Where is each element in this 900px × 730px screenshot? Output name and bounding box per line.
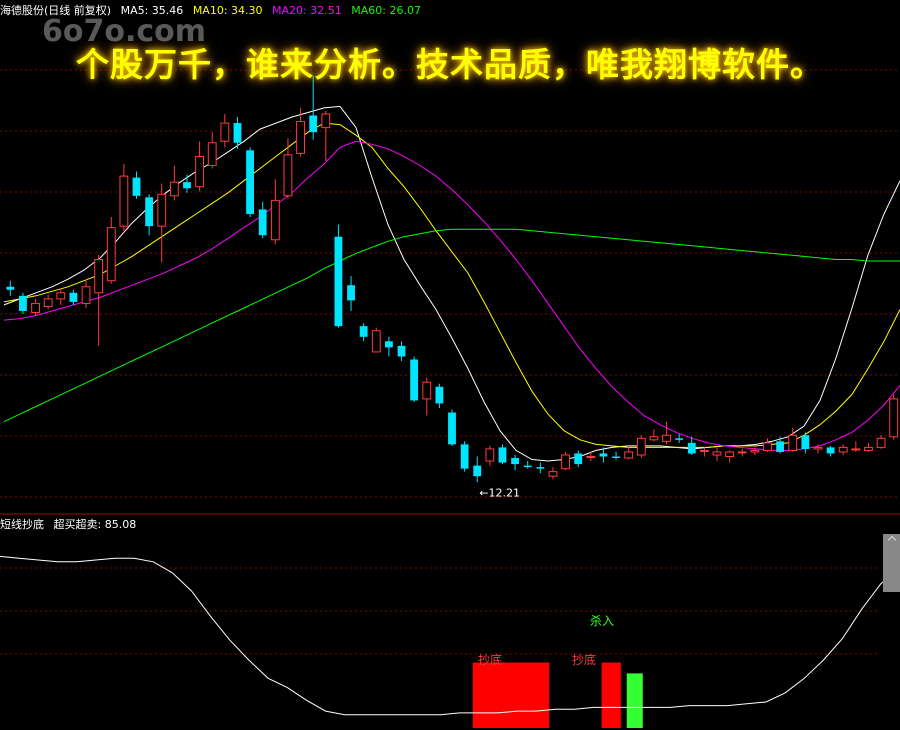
candle-body (410, 359, 419, 401)
candle-body (31, 302, 40, 314)
candle-body (876, 437, 886, 448)
candle-body (801, 435, 810, 449)
candle-body (183, 182, 191, 189)
candle-body (523, 465, 532, 468)
candle-body (283, 154, 293, 197)
candle-body (347, 285, 355, 301)
candle-body (43, 298, 53, 307)
kline-chart: ←12.21 抄底 抄底 杀入 (0, 69, 900, 728)
ma60-label: MA60: 26.07 (351, 4, 421, 17)
signal-label: 抄底 (478, 652, 502, 667)
ma10-label: MA10: 34.30 (192, 4, 263, 17)
ma5-line (3, 105, 900, 462)
candle-body (384, 341, 393, 348)
candle-body (737, 451, 747, 454)
candle-body (19, 295, 27, 311)
candle-body (69, 292, 78, 302)
indicator-header: 短线抄底 超买超卖: 85.08 (0, 516, 136, 532)
candle-body (371, 330, 381, 353)
candle-body (56, 292, 66, 300)
candle-body (548, 471, 558, 477)
candle-body (624, 451, 634, 459)
candle-body (132, 177, 141, 196)
candle-body (207, 142, 217, 166)
candle-body (687, 442, 696, 454)
candle-body (233, 123, 242, 143)
candle-body (485, 448, 495, 462)
signal-bar (626, 673, 643, 728)
candle-body (636, 437, 646, 456)
stock-name: 海德股份(日线 前复权) (0, 4, 112, 17)
candle-body (813, 446, 823, 450)
candle-body (763, 442, 772, 451)
candle-body (826, 447, 835, 454)
candle-body (422, 381, 432, 400)
ma60-line (3, 228, 900, 423)
candle-body (220, 122, 230, 142)
candle-body (725, 451, 735, 457)
candle-body (498, 447, 507, 463)
candle-body (195, 155, 205, 188)
candle-body (586, 456, 596, 458)
candle-body (473, 465, 482, 477)
candle-body (460, 444, 469, 469)
candle-body (106, 227, 116, 282)
candle-body (157, 193, 167, 227)
candle-body (864, 446, 873, 451)
candle-body (675, 438, 684, 440)
signal-bar (601, 662, 621, 728)
candle-body (851, 448, 861, 451)
candle-body (145, 197, 154, 227)
chart-stage: ←12.21 抄底 抄底 杀入 (0, 0, 900, 730)
ma5-label: MA5: 35.46 (120, 4, 184, 17)
candle-body (699, 449, 709, 452)
candle-body (599, 453, 608, 457)
candle-body (258, 209, 267, 236)
candle-body (296, 121, 305, 154)
candle-body (119, 175, 129, 227)
candle-body (750, 449, 760, 453)
candle-body (511, 458, 520, 465)
indicator-value: 超买超卖: 85.08 (53, 518, 137, 531)
candle-body (321, 113, 331, 129)
candle-body (270, 199, 280, 241)
candle-body (838, 446, 848, 453)
collapse-panel-button[interactable] (883, 534, 900, 592)
candle-body (397, 345, 406, 357)
candle-body (334, 236, 343, 327)
ma10-line (3, 122, 900, 448)
signal-label: 杀入 (590, 613, 614, 628)
candle-body (309, 115, 318, 133)
candle-body (649, 436, 659, 441)
signal-label: 抄底 (572, 652, 596, 667)
candle-body (81, 286, 91, 304)
chart-header: 海德股份(日线 前复权) MA5: 35.46 MA10: 34.30 MA20… (0, 2, 427, 18)
candle-body (712, 451, 722, 456)
candle-body (94, 258, 104, 294)
promo-banner: 个股万千，谁来分析。技术品质，唯我翔博软件。 (76, 45, 824, 84)
candle-body (612, 456, 620, 459)
candle-body (536, 467, 545, 469)
candle-body (889, 398, 899, 438)
signal-bar (472, 662, 550, 728)
candle-body (359, 326, 368, 337)
candle-body (776, 441, 785, 452)
candle-body (448, 412, 456, 445)
candle-body (788, 434, 798, 451)
overbought-oversold-line (0, 555, 900, 716)
low-price-label: ←12.21 (479, 486, 520, 499)
candle-body (6, 286, 15, 290)
candle-body (435, 386, 444, 404)
candle-body (662, 434, 671, 442)
candle-body (561, 454, 570, 470)
candle-body (246, 150, 254, 214)
ma20-label: MA20: 32.51 (272, 4, 342, 17)
candle-body (169, 181, 179, 197)
indicator-name: 短线抄底 (0, 518, 44, 531)
candle-body (574, 453, 583, 465)
